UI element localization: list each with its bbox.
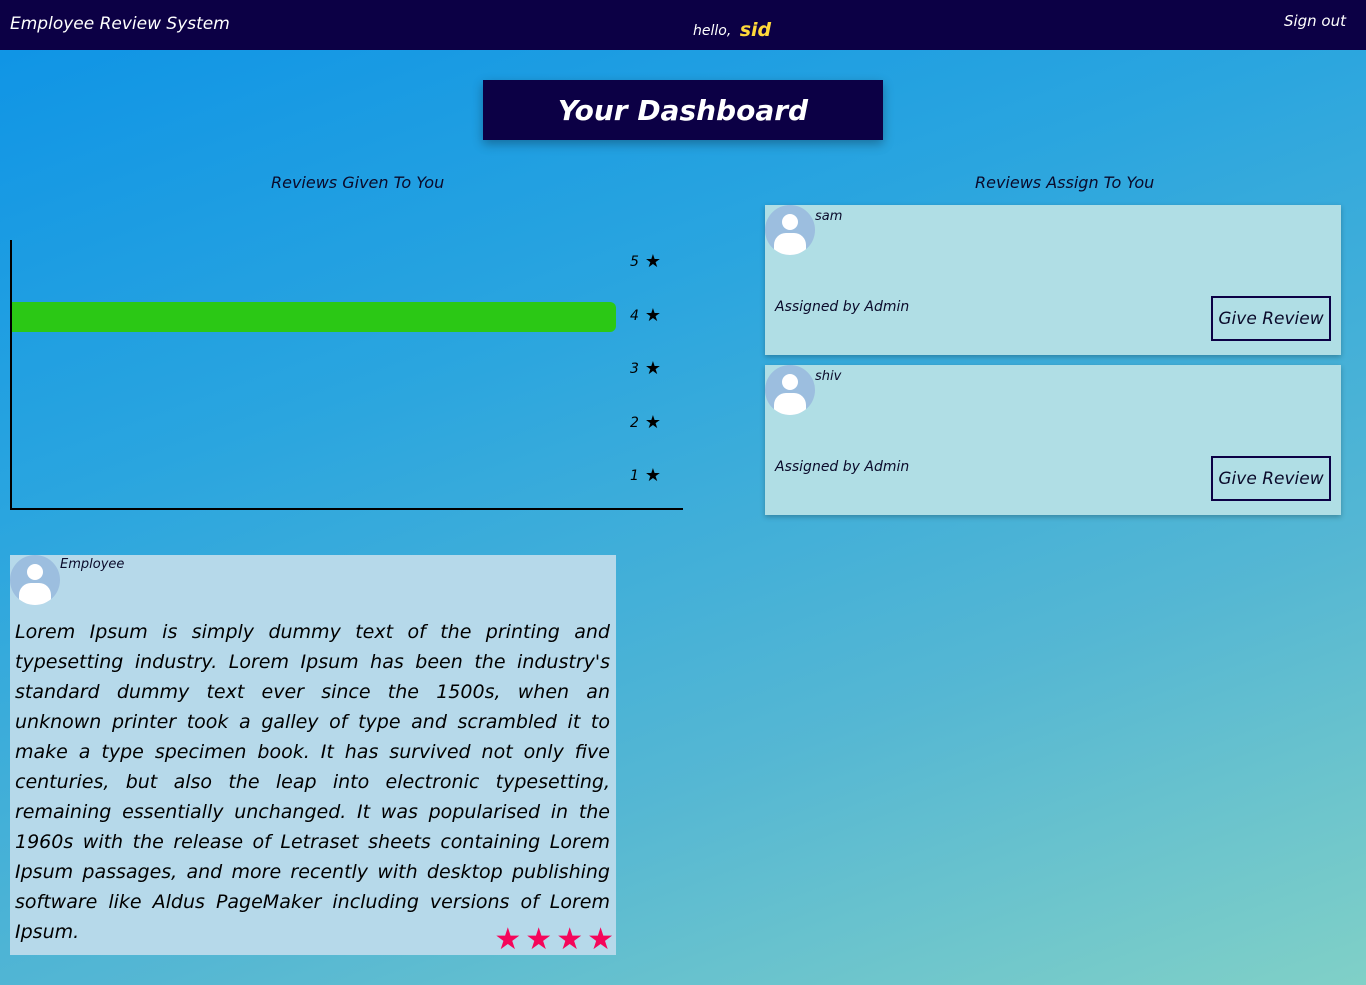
avatar xyxy=(765,205,815,255)
tick-label-text: 3 xyxy=(630,361,639,377)
avatar xyxy=(10,555,60,605)
review-text: Lorem Ipsum is simply dummy text of the … xyxy=(15,621,610,943)
review-rating: ★ ★ ★ ★ xyxy=(494,925,614,955)
greeting: hello, sid xyxy=(693,18,772,41)
chart-bar xyxy=(12,301,616,332)
chart-tick-label: 5 ★ xyxy=(630,253,670,271)
tick-label-text: 2 xyxy=(630,414,639,431)
star-icon: ★ xyxy=(644,465,662,486)
assigned-by-label: Assigned by Admin xyxy=(775,299,910,315)
chart-tick-label: 4 ★ xyxy=(630,304,670,326)
star-icon: ★ xyxy=(644,411,662,433)
assignee-name: sam xyxy=(815,209,843,224)
star-icon: ★ xyxy=(644,251,662,272)
chart-y-axis xyxy=(10,240,12,510)
star-icon: ★ xyxy=(587,922,614,957)
assignee-name: shiv xyxy=(815,369,842,384)
assignment-card: shiv Assigned by Admin Give Review xyxy=(765,365,1341,515)
tick-label-text: 5 xyxy=(630,254,639,270)
navbar: Employee Review System hello, sid Sign o… xyxy=(0,0,1366,50)
rating-chart: 5 ★ 4 ★ 3 ★ 2 ★ 1 ★ xyxy=(0,240,690,515)
chart-tick-label: 2 ★ xyxy=(630,411,670,433)
sign-out-link[interactable]: Sign out xyxy=(1284,12,1346,30)
tick-label-text: 4 xyxy=(630,307,639,324)
chart-tick-label: 3 ★ xyxy=(630,360,670,378)
star-icon: ★ xyxy=(556,922,584,957)
assigned-by-label: Assigned by Admin xyxy=(775,459,910,475)
review-author: Employee xyxy=(60,557,125,572)
chart-x-axis xyxy=(10,508,683,510)
star-icon: ★ xyxy=(644,304,662,326)
assignment-card: sam Assigned by Admin Give Review xyxy=(765,205,1341,355)
star-icon: ★ xyxy=(525,922,553,957)
give-review-button[interactable]: Give Review xyxy=(1211,296,1331,341)
chart-tick-label: 1 ★ xyxy=(630,467,670,485)
reviews-assigned-heading: Reviews Assign To You xyxy=(975,173,1155,192)
greeting-text: hello, xyxy=(693,23,732,39)
app-title: Employee Review System xyxy=(10,14,230,34)
star-icon: ★ xyxy=(644,358,662,379)
review-card: Employee Lorem Ipsum is simply dummy tex… xyxy=(10,555,616,955)
give-review-button[interactable]: Give Review xyxy=(1211,456,1331,501)
star-icon: ★ xyxy=(494,922,522,957)
page-title: Your Dashboard xyxy=(483,80,883,140)
tick-label-text: 1 xyxy=(630,468,639,484)
username: sid xyxy=(739,19,772,41)
avatar xyxy=(765,365,815,415)
reviews-given-heading: Reviews Given To You xyxy=(271,173,445,192)
